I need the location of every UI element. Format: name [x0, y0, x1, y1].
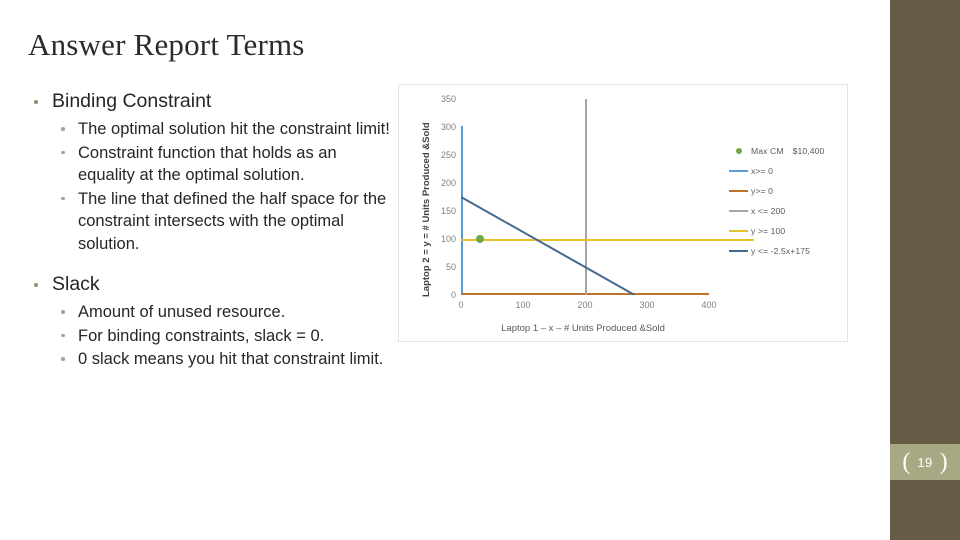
chart-y-axis-title: Laptop 2 = y = # Units Produced &Sold [421, 122, 432, 297]
chart-y-tick: 50 [445, 262, 456, 272]
bracket-right-icon: ) [939, 449, 948, 475]
chart-x-tick: 400 [701, 300, 717, 310]
legend-item[interactable]: y>= 0 [729, 181, 841, 201]
sub-bullet-item: Constraint function that holds as an equ… [52, 142, 394, 187]
chart-plot-area: 0 50 100 150 200 250 300 350 0 100 200 300 400 [441, 94, 754, 310]
legend-item[interactable]: x <= 200 [729, 201, 841, 221]
sub-bullet-item: For binding constraints, slack = 0. [52, 325, 394, 348]
chart-y-tick: 300 [440, 122, 456, 132]
chart-y-tick: 250 [440, 150, 456, 160]
legend-value: $10,400 [792, 146, 825, 156]
legend-item[interactable]: y <= -2.5x+175 [729, 241, 841, 261]
chart-legend: Max CM $10,400 x>= 0 y>= 0 x <= 200 y >= 100 y… [729, 141, 841, 261]
legend-marker-dot-icon [729, 148, 748, 154]
legend-label: y >= 100 [751, 226, 786, 236]
legend-item[interactable]: x>= 0 [729, 161, 841, 181]
bullet-heading-slack: Slack [26, 271, 394, 298]
chart-x-tick: 200 [577, 300, 593, 310]
page-title: Answer Report Terms [28, 27, 305, 62]
legend-item[interactable]: y >= 100 [729, 221, 841, 241]
bracket-left-icon: ( [902, 449, 911, 475]
legend-swatch-line [729, 250, 748, 252]
legend-swatch-line [729, 230, 748, 232]
chart-x-axis-title: Laptop 1 – x – # Units Produced &Sold [501, 323, 665, 334]
chart-y-tick: 350 [440, 94, 456, 104]
chart-container[interactable]: Laptop 2 = y = # Units Produced &Sold La… [398, 84, 848, 342]
bullet-group-slack: Slack Amount of unused resource. For bin… [26, 271, 394, 371]
bullet-content: Binding Constraint The optimal solution … [26, 88, 394, 372]
chart-x-tick: 0 [458, 300, 464, 310]
bullet-heading-label: Slack [52, 273, 100, 295]
sub-bullet-list-binding-constraint: The optimal solution hit the constraint … [26, 118, 394, 255]
bullet-group-binding-constraint: Binding Constraint The optimal solution … [26, 88, 394, 255]
legend-item[interactable]: Max CM $10,400 [729, 141, 841, 161]
sidebar-accent-bar: ( 19 ) [890, 0, 960, 540]
legend-label: Max CM [751, 146, 784, 156]
slide: Answer Report Terms Binding Constraint T… [0, 0, 960, 540]
chart-x-tick: 100 [515, 300, 531, 310]
bullet-heading-label: Binding Constraint [52, 90, 212, 112]
legend-label: x <= 200 [751, 206, 786, 216]
bullet-heading-binding-constraint: Binding Constraint [26, 88, 394, 115]
sub-bullet-item: Amount of unused resource. [52, 301, 394, 324]
chart-x-tick: 300 [639, 300, 655, 310]
chart-y-tick: 200 [440, 178, 456, 188]
legend-swatch-line [729, 210, 748, 212]
chart-y-tick: 150 [440, 206, 456, 216]
sub-bullet-list-slack: Amount of unused resource. For binding c… [26, 301, 394, 371]
legend-swatch-line [729, 190, 748, 192]
chart-y-tick: 0 [450, 290, 456, 300]
chart-y-tick: 100 [440, 234, 456, 244]
legend-label: y>= 0 [751, 186, 774, 196]
legend-swatch-line [729, 170, 748, 172]
page-number-band: ( 19 ) [890, 444, 960, 480]
page-number: 19 [917, 454, 933, 470]
legend-label: x>= 0 [751, 166, 774, 176]
sub-bullet-item: The optimal solution hit the constraint … [52, 118, 394, 141]
optimal-solution-point [475, 235, 484, 243]
sub-bullet-item: 0 slack means you hit that constraint li… [52, 348, 394, 371]
constraint-line-y-le-expression [461, 196, 636, 295]
chart-inner: Laptop 2 = y = # Units Produced &Sold La… [399, 85, 847, 341]
sub-bullet-item: The line that defined the half space for… [52, 188, 394, 256]
legend-label: y <= -2.5x+175 [751, 246, 810, 256]
